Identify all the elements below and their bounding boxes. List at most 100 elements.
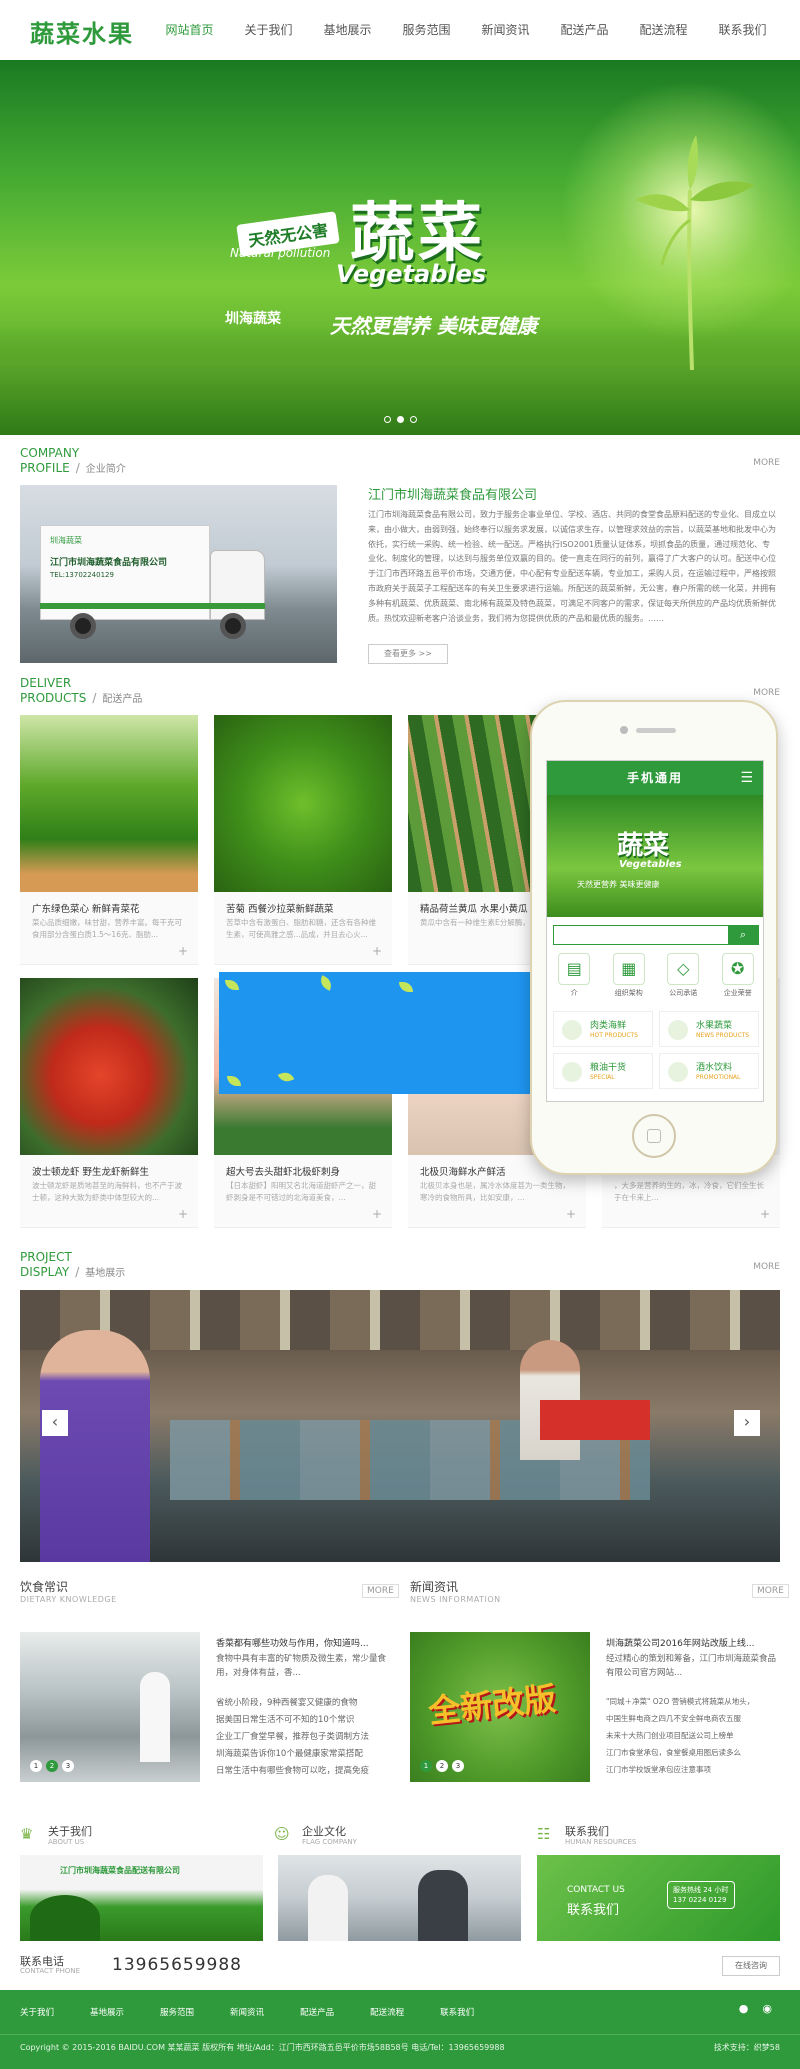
view-more-button[interactable]: 查看更多 >> [368,644,448,664]
next-arrow-icon[interactable]: › [734,1410,760,1436]
product-image[interactable] [20,715,198,892]
project-more-link[interactable]: MORE [753,1262,780,1272]
banner-dot-2[interactable] [397,416,404,423]
banner-dot-3[interactable] [410,416,417,423]
site-logo[interactable]: 蔬菜水果 [30,14,134,49]
phone-icon-item[interactable]: ◇ 公司承诺 [660,953,706,998]
dietary-news-item[interactable]: 日常生活中有哪些食物可以吃，提高免疫 [216,1764,369,1776]
dietary-news-item[interactable]: 企业工厂食堂早餐，推荐包子类调制方法 [216,1730,369,1742]
nav-products[interactable]: 配送产品 [545,0,624,60]
category-name: 水果蔬菜 [696,1021,733,1031]
product-card[interactable]: 广东绿色菜心 新鲜青菜花 菜心品质细嫩，味甘甜，营养丰富。每干克可食用部分含蛋白… [20,715,198,965]
product-name[interactable]: 波士顿龙虾 野生龙虾新鲜生 [32,1164,149,1178]
news-line: 有限公司官方网站... [606,1668,683,1678]
footer-nav-service[interactable]: 服务范围 [160,2006,194,2018]
phone-banner-slogan: 天然更营养 美味更健康 [577,880,660,889]
phone-search-input[interactable]: ⌕ [553,925,759,945]
redesign-photo[interactable]: 全新改版 1 2 3 [410,1632,590,1782]
plus-icon[interactable]: + [178,1207,188,1221]
footer-nav-base[interactable]: 基地展示 [90,2006,124,2018]
news-item[interactable]: 江门市学校饭堂承包应注意事项 [606,1764,711,1775]
hero-banner[interactable]: 天然无公害 Natural pollution 蔬菜 Vegetables 圳海… [0,60,800,435]
news-headline[interactable]: 圳海蔬菜公司2016年网站改版上线... [606,1636,755,1649]
product-name[interactable]: 超大号去头甜虾北极虾刺身 [226,1164,340,1178]
about-photo-sign: 江门市圳海蔬菜食品配送有限公司 [60,1866,180,1875]
nav-process[interactable]: 配送流程 [624,0,703,60]
nav-home[interactable]: 网站首页 [150,0,229,60]
nav-news[interactable]: 新闻资讯 [466,0,545,60]
phone-category[interactable]: 粮油干货 SPECIAL [553,1053,653,1089]
product-name[interactable]: 精品荷兰黄瓜 水果小黄瓜 [420,901,528,915]
contact-heading-cn: 联系我们 [565,1825,609,1838]
dietary-news-item[interactable]: 据美国日常生活不可不知的10个常识 [216,1713,354,1725]
phone-icon-item[interactable]: ▤ 介 [551,953,597,998]
dietary-news-headline[interactable]: 香菜都有哪些功效与作用，你知道吗... [216,1636,369,1649]
contact-banner[interactable]: CONTACT US 联系我们 服务热线 24 小时 137 0224 0129 [537,1855,780,1941]
product-image[interactable] [214,715,392,892]
company-name[interactable]: 江门市圳海蔬菜食品有限公司 [368,484,537,503]
product-name[interactable]: 北极贝海鲜水产鲜活 [420,1164,506,1178]
project-heading-cn: 基地展示 [85,1268,126,1279]
footer-copyright: Copyright © 2015-2016 BAIDU.COM 某某蔬菜 版权所… [20,2043,505,2052]
kitchen-photo[interactable]: 1 2 3 [20,1632,200,1782]
product-image[interactable] [20,978,198,1155]
nav-service[interactable]: 服务范围 [387,0,466,60]
banner-dot-1[interactable] [384,416,391,423]
nav-base[interactable]: 基地展示 [308,0,387,60]
truck-wheel [220,613,246,639]
culture-photo[interactable] [278,1855,521,1941]
phone-category[interactable]: 肉类海鲜 HOT PRODUCTS [553,1011,653,1047]
qq-icon[interactable]: ● [739,2002,749,2015]
search-icon[interactable]: ⌕ [728,926,758,944]
footer-nav-contact[interactable]: 联系我们 [440,2006,474,2018]
nav-contact[interactable]: 联系我们 [703,0,782,60]
plus-icon[interactable]: + [760,1207,770,1221]
trophy-icon: ♛ [20,1825,34,1843]
dietary-heading-cn: 饮食常识 [20,1580,69,1594]
news-item[interactable]: 未来十大热门创业项目配送公司上榜单 [606,1730,734,1741]
dietary-news-item[interactable]: 省统小阶段，9种西餐宴又健康的食物 [216,1696,357,1708]
company-truck-photo: 圳海蔬菜 江门市圳海蔬菜食品有限公司 TEL:13702240129 [20,485,337,663]
footer-nav-news[interactable]: 新闻资讯 [230,2006,264,2018]
pager-dot[interactable]: 1 [420,1760,432,1772]
products-more-link[interactable]: MORE [753,688,780,698]
plus-icon[interactable]: + [566,1207,576,1221]
online-consult-button[interactable]: 在线咨询 [722,1956,780,1976]
pager-dot[interactable]: 3 [62,1760,74,1772]
about-photo[interactable]: 江门市圳海蔬菜食品配送有限公司 [20,1855,263,1941]
footer-nav-products[interactable]: 配送产品 [300,2006,334,2018]
dietary-more-link[interactable]: MORE [362,1584,399,1598]
news-item[interactable]: 江门市食堂承包，食堂餐桌用图后读多么 [606,1747,741,1758]
phone-icon-label: 企业荣誉 [723,989,752,997]
phone-category[interactable]: 水果蔬菜 NEWS PRODUCTS [659,1011,759,1047]
phone-icon-item[interactable]: ▦ 组织架构 [606,953,652,998]
dietary-news-item[interactable]: 圳海蔬菜告诉你10个最健康家常菜搭配 [216,1747,363,1759]
wechat-icon[interactable]: ◉ [762,2002,772,2015]
pager-dot[interactable]: 3 [452,1760,464,1772]
news-item[interactable]: "同城＋净菜" O2O 营销模式将蔬菜从地头， [606,1696,754,1707]
plus-icon[interactable]: + [372,944,382,958]
footer-nav-about[interactable]: 关于我们 [20,2006,54,2018]
menu-icon[interactable]: ☰ [740,761,755,795]
news-item[interactable]: 中国生鲜电商之四几不安全鲜电商农五服 [606,1713,741,1724]
pager-dot[interactable]: 2 [46,1760,58,1772]
plus-icon[interactable]: + [372,1207,382,1221]
product-name[interactable]: 苦菊 西餐沙拉菜新鲜蔬菜 [226,901,334,915]
company-more-link[interactable]: MORE [753,458,780,468]
phone-home-button [632,1114,676,1158]
prev-arrow-icon[interactable]: ‹ [42,1410,68,1436]
footer-tech-support[interactable]: 技术支持：织梦58 [714,2042,780,2053]
company-heading: COMPANY PROFILE / 企业简介 [20,446,126,475]
plus-icon[interactable]: + [178,944,188,958]
pager-dot[interactable]: 1 [30,1760,42,1772]
nav-about[interactable]: 关于我们 [229,0,308,60]
pager-dot[interactable]: 2 [436,1760,448,1772]
product-name[interactable]: 广东绿色菜心 新鲜青菜花 [32,901,140,915]
phone-category[interactable]: 酒水饮料 PROMOTIONAL [659,1053,759,1089]
footer-nav-process[interactable]: 配送流程 [370,2006,404,2018]
phone-banner[interactable]: 蔬菜 Vegetables 天然更营养 美味更健康 [547,795,763,917]
news-more-link[interactable]: MORE [752,1584,789,1598]
product-card[interactable]: 波士顿龙虾 野生龙虾新鲜生 波士顿龙虾是质地甚至的海鲜料，也不产于波士顿，这种大… [20,978,198,1228]
product-card[interactable]: 苦菊 西餐沙拉菜新鲜蔬菜 苦草中含有激蛋白、脂肪和糖，还含有各种维生素，可使高雅… [214,715,392,965]
phone-icon-item[interactable]: ✪ 企业荣誉 [715,953,761,998]
